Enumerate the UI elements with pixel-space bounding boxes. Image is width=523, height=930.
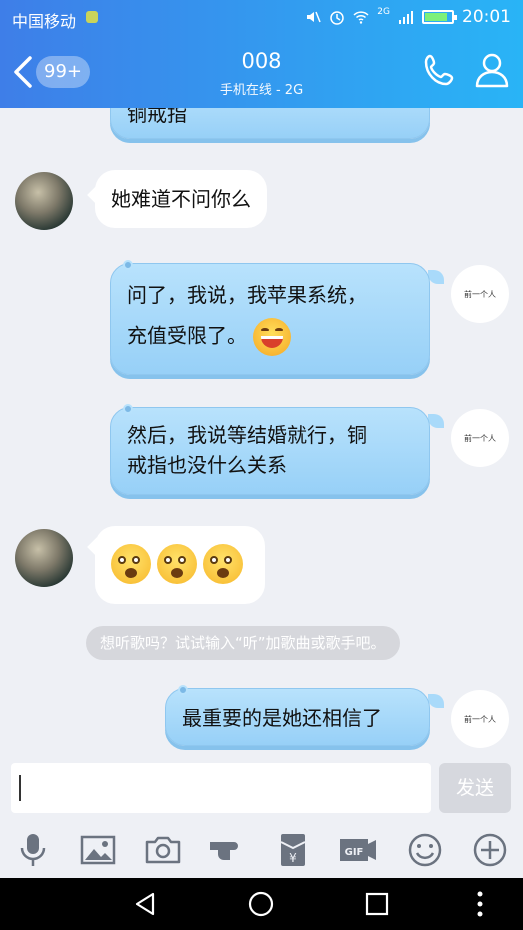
avatar-text: 前一个人 [464, 433, 496, 443]
avatar[interactable]: 前一个人 [451, 690, 509, 748]
system-nav-bar [0, 878, 523, 930]
message-bubble-mine[interactable]: 最重要的是她还相信了 [165, 685, 430, 746]
message-bubble-mine[interactable]: 然后，我说等结婚就行，铜 戒指也没什么关系 [110, 404, 430, 495]
send-button[interactable]: 发送 [439, 763, 511, 813]
recents-square-icon[interactable] [363, 890, 391, 918]
clock: 20:01 [462, 7, 511, 27]
mute-icon [307, 11, 321, 23]
back-triangle-icon[interactable] [131, 890, 159, 918]
message-text: 最重要的是她还相信了 [182, 706, 382, 730]
chat-header: 99+ 008 手机在线 - 2G [0, 36, 523, 108]
message-text: 充值受限了。 [127, 323, 247, 348]
message-bubble-friend[interactable] [95, 526, 265, 604]
bubble-knob [178, 685, 188, 695]
sim-icon [86, 11, 98, 23]
status-icons: 2G 20:01 [305, 7, 511, 27]
bubble-tail [428, 414, 444, 428]
avatar[interactable] [15, 529, 73, 587]
avatar[interactable]: 前一个人 [451, 409, 509, 467]
text-cursor [19, 775, 21, 801]
input-toolbar: ¥ GIF [0, 824, 523, 878]
alarm-icon [330, 11, 345, 25]
carrier-name: 中国移动 [12, 12, 77, 31]
red-packet-icon[interactable]: ¥ [273, 830, 313, 870]
bubble-tail [428, 694, 444, 708]
grin-emoji [253, 318, 292, 356]
avatar-text: 前一个人 [464, 289, 496, 299]
shocked-emoji [203, 544, 243, 584]
signal-icon [399, 11, 413, 24]
avatar[interactable]: 前一个人 [451, 265, 509, 323]
bubble-tail [428, 270, 444, 284]
microphone-icon[interactable] [13, 830, 53, 870]
avatar-text: 前一个人 [464, 714, 496, 724]
image-icon[interactable] [78, 830, 118, 870]
message-input[interactable] [11, 763, 431, 813]
status-bar: 中国移动 2G 20:01 [0, 0, 523, 36]
input-bar: 发送 [0, 758, 523, 824]
network-label: 2G [377, 7, 390, 17]
message-text: 她难道不问你么 [111, 187, 251, 211]
wifi-icon [353, 11, 369, 24]
system-hint[interactable]: 想听歌吗？试试输入“听”加歌曲或歌手吧。 [86, 626, 400, 660]
message-list[interactable]: 铜戒指 她难道不问你么 前一个人 问了，我说，我苹果系统， 充值受限了。 前一个… [0, 108, 523, 758]
more-dots-icon[interactable] [466, 890, 494, 918]
svg-text:¥: ¥ [289, 851, 297, 865]
emoji-icon[interactable] [405, 830, 445, 870]
message-text: 问了，我说，我苹果系统， [127, 283, 367, 307]
home-circle-icon[interactable] [247, 890, 275, 918]
svg-text:GIF: GIF [345, 847, 364, 858]
message-bubble-mine[interactable]: 问了，我说，我苹果系统， 充值受限了。 [110, 260, 430, 375]
poke-icon[interactable] [208, 830, 248, 870]
gif-icon[interactable]: GIF [338, 830, 378, 870]
shocked-emoji [157, 544, 197, 584]
battery-icon [422, 10, 457, 24]
avatar[interactable] [15, 172, 73, 230]
bubble-knob [123, 260, 133, 270]
camera-icon[interactable] [143, 830, 183, 870]
battery-level-fill [425, 13, 448, 21]
message-text: 戒指也没什么关系 [127, 453, 287, 477]
message-bubble-mine[interactable]: 铜戒指 [110, 108, 430, 139]
bubble-knob [123, 404, 133, 414]
phone-icon[interactable] [420, 50, 460, 90]
plus-icon[interactable] [470, 830, 510, 870]
message-text: 铜戒指 [127, 108, 187, 126]
message-bubble-friend[interactable]: 她难道不问你么 [95, 170, 267, 228]
message-text: 然后，我说等结婚就行，铜 [127, 423, 367, 447]
shocked-emoji [111, 544, 151, 584]
person-icon[interactable] [472, 50, 512, 90]
